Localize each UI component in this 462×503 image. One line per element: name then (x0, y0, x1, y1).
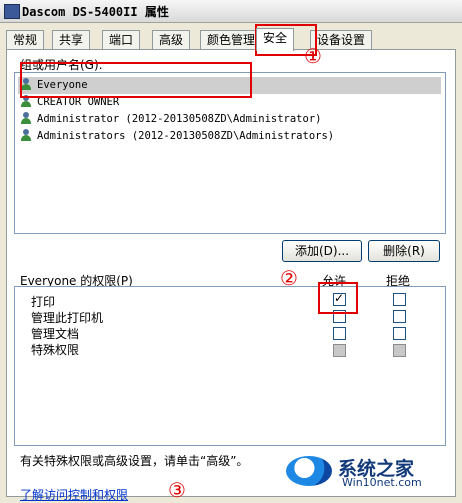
permission-name: 管理此打印机 (31, 311, 104, 325)
list-item[interactable]: Administrators (2012-20130508ZD\Administ… (21, 128, 334, 145)
list-item[interactable]: Administrator (2012-20130508ZD\Administr… (21, 111, 321, 128)
user-group-icon (21, 129, 34, 141)
add-button[interactable]: 添加(D)... (282, 240, 362, 262)
highlight-allow-print (318, 282, 358, 314)
tab-color-management[interactable]: 颜色管理 (200, 30, 263, 50)
annotation-1: ① (304, 44, 322, 68)
tab-advanced[interactable]: 高级 (152, 30, 191, 50)
annotation-3: ③ (168, 478, 186, 502)
tab-ports[interactable]: 端口 (102, 30, 141, 50)
watermark-subtext: Win10net.com (342, 476, 422, 489)
deny-print-checkbox[interactable] (393, 293, 406, 306)
deny-manage-documents-checkbox[interactable] (393, 327, 406, 340)
watermark: 系统之家 Win10net.com (286, 454, 456, 490)
watermark-logo-icon (286, 456, 332, 486)
advanced-note: 有关特殊权限或高级设置，请单击“高级”。 (20, 454, 249, 468)
tab-security[interactable]: 安全 (256, 28, 295, 51)
highlight-everyone (20, 62, 252, 98)
title-bar: Dascom DS-5400II 属性 (0, 0, 462, 23)
user-icon (21, 112, 34, 124)
tab-general[interactable]: 常规 (6, 30, 45, 50)
allow-manage-documents-checkbox[interactable] (333, 327, 346, 340)
annotation-2: ② (280, 266, 298, 290)
tab-sharing[interactable]: 共享 (52, 30, 91, 50)
permissions-list: 打印 管理此打印机 管理文档 特殊权限 (14, 286, 446, 446)
deny-special-permissions-checkbox (393, 344, 406, 357)
window-title: Dascom DS-5400II 属性 (22, 5, 169, 19)
printer-icon (4, 4, 20, 19)
allow-special-permissions-checkbox (333, 344, 346, 357)
remove-button[interactable]: 删除(R) (368, 240, 440, 262)
deny-manage-printer-checkbox[interactable] (393, 310, 406, 323)
help-link[interactable]: 了解访问控制和权限 (20, 486, 128, 503)
permission-name: 打印 (31, 295, 56, 309)
permission-name: 特殊权限 (31, 343, 80, 357)
permission-name: 管理文档 (31, 327, 80, 341)
